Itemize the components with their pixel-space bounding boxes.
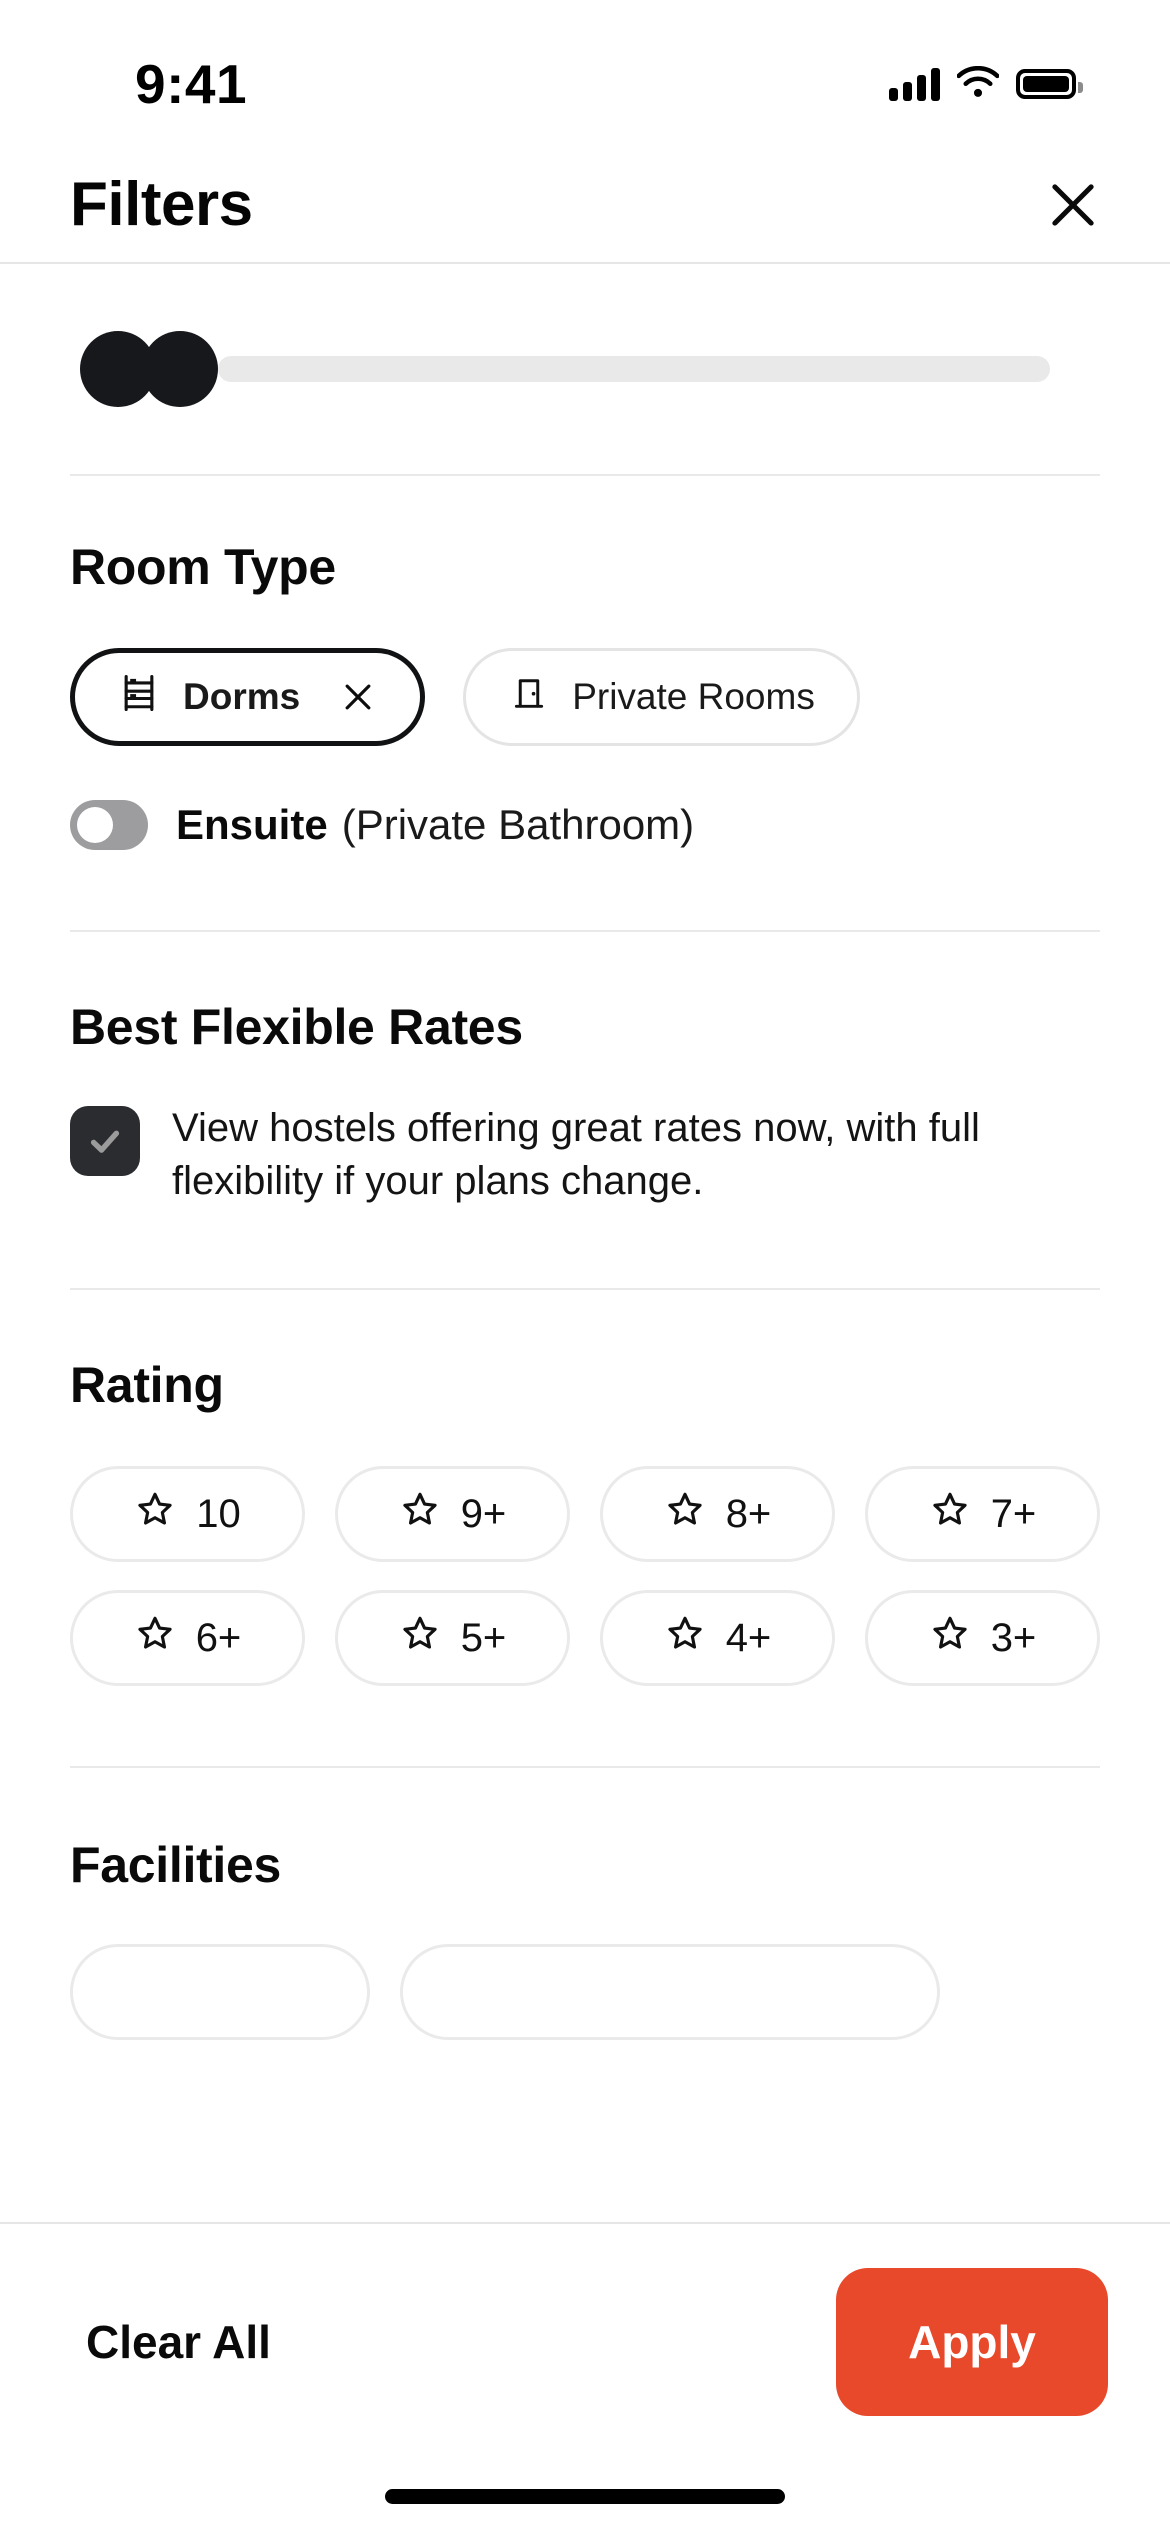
room-type-section: Room Type Dorms Private Rooms [0, 476, 1170, 746]
check-icon [90, 1130, 120, 1153]
star-icon [134, 1488, 176, 1540]
status-bar: 9:41 [0, 0, 1170, 150]
rating-chip-10[interactable]: 10 [70, 1466, 305, 1563]
rating-chip-3plus[interactable]: 3+ [865, 1590, 1100, 1687]
star-icon [664, 1612, 706, 1664]
star-icon [929, 1612, 971, 1664]
page-title: Filters [70, 170, 253, 239]
ensuite-toggle[interactable] [70, 800, 148, 850]
room-type-chip-dorms[interactable]: Dorms [70, 648, 426, 746]
rating-chip-6plus-label: 6+ [195, 1615, 242, 1660]
best-flexible-rates-title: Best Flexible Rates [70, 999, 523, 1055]
rating-chip-10-label: 10 [196, 1491, 241, 1536]
rating-chip-5plus[interactable]: 5+ [335, 1590, 570, 1687]
star-icon [399, 1488, 441, 1540]
ensuite-toggle-row[interactable]: Ensuite (Private Bathroom) [0, 746, 1170, 850]
maximum-price-handle[interactable] [142, 331, 218, 407]
star-icon [929, 1488, 971, 1540]
rating-chip-9plus-label: 9+ [460, 1491, 507, 1536]
facility-chip[interactable] [70, 1944, 370, 2041]
clear-all-button[interactable]: Clear All [86, 2315, 271, 2369]
filters-screen: 9:41 Filters Room Type Dorms Private Roo… [0, 0, 1170, 2532]
facilities-options [70, 1944, 1100, 2041]
battery-full-icon [1016, 69, 1083, 99]
slider-track [218, 356, 1050, 382]
room-type-chip-dorms-label: Dorms [183, 676, 301, 717]
rating-chip-5plus-label: 5+ [460, 1615, 507, 1660]
rating-chip-3plus-label: 3+ [990, 1615, 1037, 1660]
status-bar-icons [889, 65, 1083, 103]
cellular-signal-icon [889, 67, 940, 101]
ensuite-label-strong: Ensuite [176, 801, 328, 848]
rating-section: Rating 10 9+ 8+ 7+ 6+ 5+ 4+ 3+ [0, 1290, 1170, 1687]
room-type-title: Room Type [70, 539, 336, 595]
price-range-slider[interactable] [0, 264, 1170, 474]
status-bar-time: 9:41 [135, 53, 248, 115]
filters-scroll-area[interactable]: Room Type Dorms Private Rooms Ensuite (P… [0, 264, 1170, 2384]
facilities-title: Facilities [70, 1837, 281, 1894]
star-icon [399, 1612, 441, 1664]
best-flexible-rates-description: View hostels offering great rates now, w… [172, 1106, 980, 1204]
header: Filters [0, 150, 1170, 260]
ensuite-toggle-knob [77, 807, 113, 843]
room-type-chip-private-rooms[interactable]: Private Rooms [463, 648, 860, 746]
facilities-section: Facilities [0, 1768, 1170, 2041]
rating-chip-8plus-label: 8+ [725, 1491, 772, 1536]
best-flexible-rates-section: Best Flexible Rates View hostels offerin… [0, 932, 1170, 1208]
rating-chip-7plus[interactable]: 7+ [865, 1466, 1100, 1563]
best-flexible-rates-checkbox[interactable] [70, 1106, 140, 1176]
footer-action-bar: Clear All Apply [0, 2222, 1170, 2532]
rating-chip-7plus-label: 7+ [990, 1491, 1037, 1536]
room-type-options: Dorms Private Rooms [70, 648, 1100, 746]
ensuite-label: Ensuite (Private Bathroom) [176, 801, 694, 849]
rating-chip-8plus[interactable]: 8+ [600, 1466, 835, 1563]
star-icon [134, 1612, 176, 1664]
rating-chip-9plus[interactable]: 9+ [335, 1466, 570, 1563]
rating-options: 10 9+ 8+ 7+ 6+ 5+ 4+ 3+ [70, 1466, 1100, 1687]
room-type-chip-private-rooms-label: Private Rooms [572, 676, 815, 717]
home-indicator[interactable] [385, 2489, 785, 2504]
bunk-bed-icon [117, 671, 161, 724]
wifi-icon [956, 65, 1000, 103]
rating-title: Rating [70, 1357, 224, 1414]
rating-chip-4plus-label: 4+ [725, 1615, 772, 1660]
ensuite-label-normal: (Private Bathroom) [341, 801, 695, 848]
apply-button[interactable]: Apply [836, 2268, 1108, 2416]
best-flexible-rates-row[interactable]: View hostels offering great rates now, w… [70, 1102, 1100, 1208]
close-icon[interactable] [1038, 170, 1108, 240]
star-icon [664, 1488, 706, 1540]
rating-chip-4plus[interactable]: 4+ [600, 1590, 835, 1687]
rating-chip-6plus[interactable]: 6+ [70, 1590, 305, 1687]
facility-chip[interactable] [400, 1944, 940, 2041]
door-icon [508, 672, 550, 723]
remove-dorms-filter-icon[interactable] [338, 677, 378, 717]
